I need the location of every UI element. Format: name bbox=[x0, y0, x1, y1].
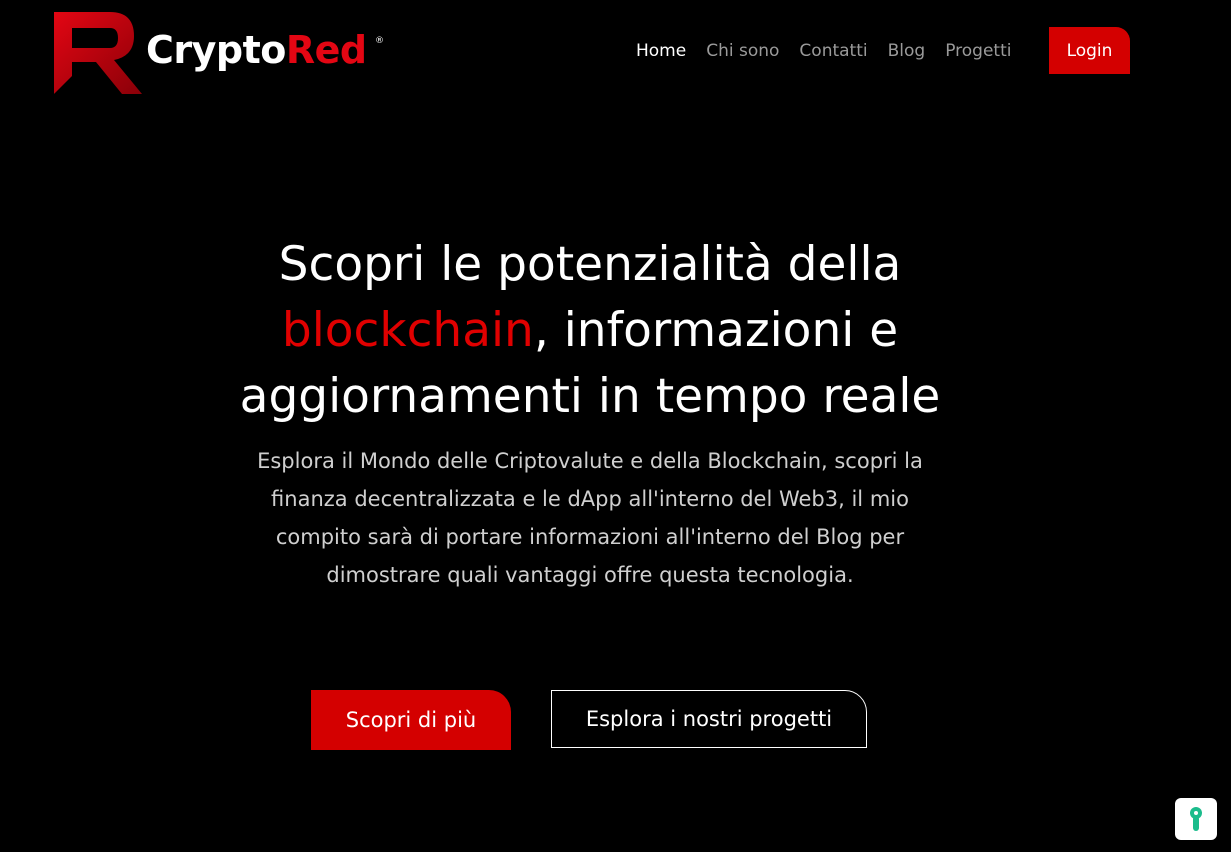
discover-more-button[interactable]: Scopri di più bbox=[311, 690, 511, 750]
logo-r-mark-icon bbox=[54, 12, 142, 94]
lock-icon bbox=[1190, 807, 1202, 831]
privacy-widget-button[interactable] bbox=[1175, 798, 1217, 840]
main-nav: Home Chi sono Contatti Blog Progetti bbox=[636, 27, 1031, 74]
nav-item-home[interactable]: Home bbox=[636, 41, 686, 61]
brand-name: CryptoRed bbox=[146, 28, 367, 72]
hero-title-part1: Scopri le potenzialità della bbox=[278, 237, 902, 292]
hero-title: Scopri le potenzialità della blockchain, … bbox=[190, 232, 990, 430]
explore-projects-button[interactable]: Esplora i nostri progetti bbox=[551, 690, 867, 748]
hero-section: Scopri le potenzialità della blockchain, … bbox=[190, 232, 990, 594]
brand-logo[interactable]: CryptoRed ® bbox=[52, 10, 384, 96]
brand-name-part2: Red bbox=[285, 28, 367, 72]
nav-item-progetti[interactable]: Progetti bbox=[945, 41, 1011, 61]
registered-mark: ® bbox=[375, 36, 384, 46]
hero-description: Esplora il Mondo delle Criptovalute e de… bbox=[257, 449, 923, 587]
hero-title-highlight: blockchain bbox=[281, 303, 534, 358]
nav-item-chi-sono[interactable]: Chi sono bbox=[706, 41, 779, 61]
brand-name-part1: Crypto bbox=[146, 28, 286, 72]
login-button[interactable]: Login bbox=[1049, 27, 1130, 74]
nav-item-blog[interactable]: Blog bbox=[888, 41, 926, 61]
nav-item-contatti[interactable]: Contatti bbox=[799, 41, 867, 61]
